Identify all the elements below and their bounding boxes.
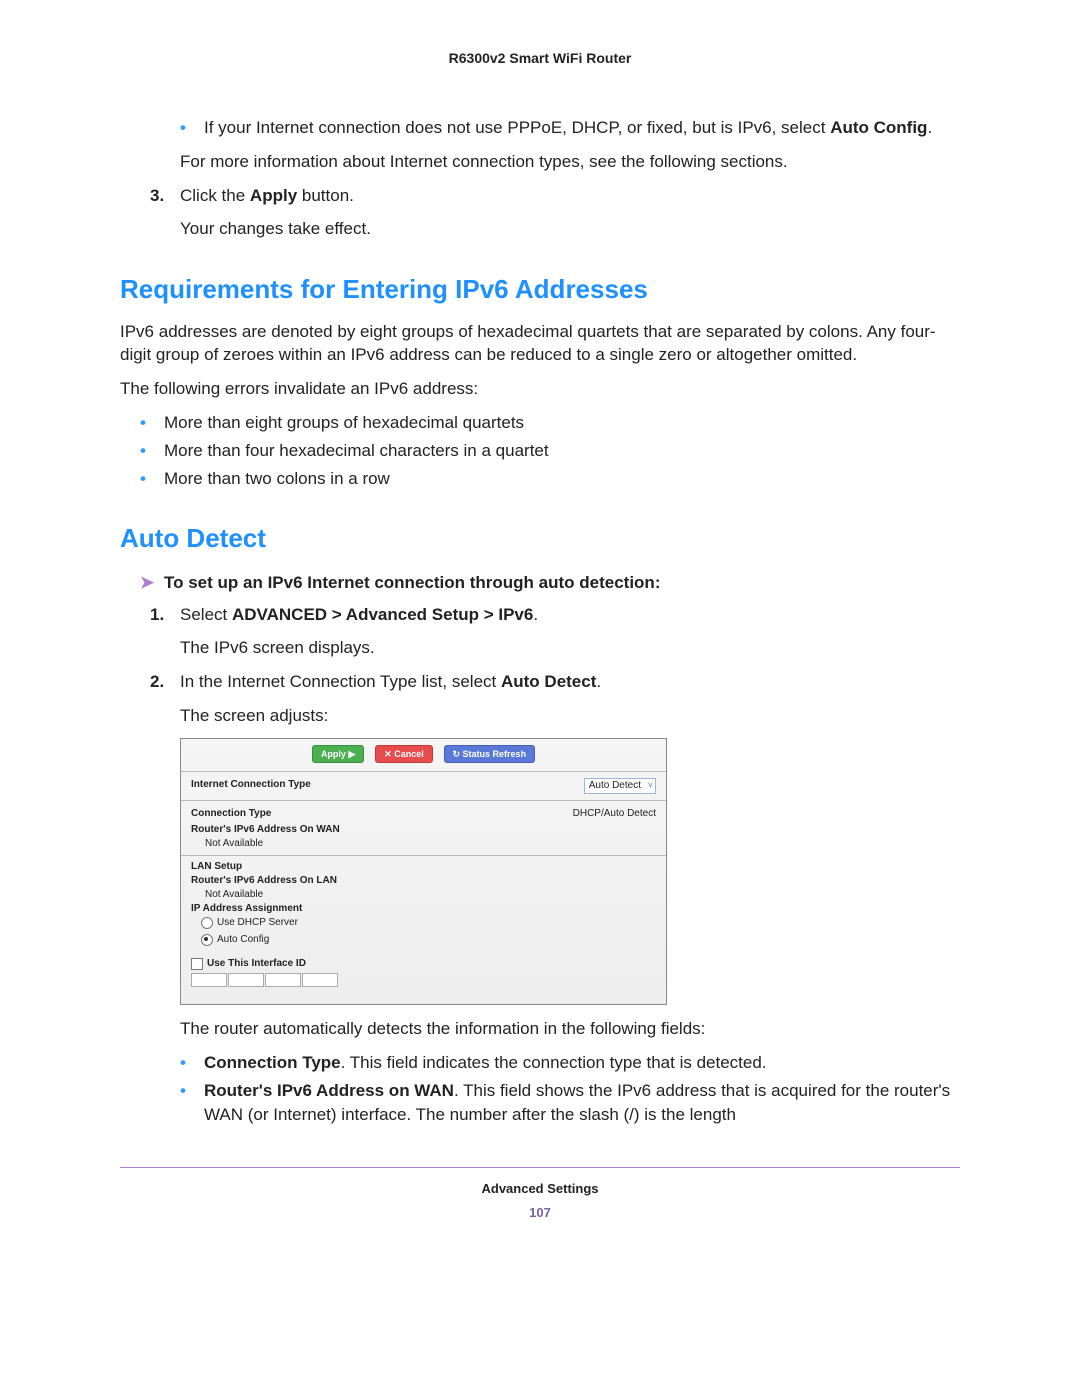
conn-type-value: DHCP/Auto Detect [573,807,656,821]
auto-step-2-num: 2. [150,670,180,694]
ict-select[interactable]: Auto Detect [584,778,656,794]
footer-rule [120,1167,960,1168]
arrow-icon: ➤ [140,571,164,595]
after-ui-para: The router automatically detects the inf… [180,1017,960,1041]
auto-step-2-bold: Auto Detect [501,672,596,691]
auto-config-label: Auto Config [217,934,269,945]
auto-step-2: 2. In the Internet Connection Type list,… [150,670,960,694]
req-error-1: • More than eight groups of hexadecimal … [140,411,960,435]
lan-addr-value: Not Available [205,888,656,902]
step-3: 3. Click the Apply button. [150,184,960,208]
status-refresh-button[interactable]: ↻ Status Refresh [444,745,536,764]
auto-step-1: 1. Select ADVANCED > Advanced Setup > IP… [150,603,960,627]
bullet-icon: • [140,411,164,435]
wan-addr-value: Not Available [205,837,656,851]
req-error-2-text: More than four hexadecimal characters in… [164,439,960,463]
intro-more: For more information about Internet conn… [180,150,960,174]
intro-bullet-suffix: . [927,118,932,137]
use-iface-label: Use This Interface ID [207,958,306,969]
ip-assign-label: IP Address Assignment [191,902,656,916]
conn-type-label: Connection Type [191,807,271,821]
req-error-2: • More than four hexadecimal characters … [140,439,960,463]
step-3-result: Your changes take effect. [180,217,960,241]
field-conn-type-text: . This field indicates the connection ty… [341,1053,767,1072]
bullet-icon: • [140,439,164,463]
auto-step-2-suffix: . [596,672,601,691]
req-para: IPv6 addresses are denoted by eight grou… [120,320,960,368]
wan-addr-label: Router's IPv6 Address On WAN [191,823,656,837]
task-text: To set up an IPv6 Internet connection th… [164,571,660,595]
req-errors-intro: The following errors invalidate an IPv6 … [120,377,960,401]
bullet-icon: • [180,116,204,140]
lan-setup-label: LAN Setup [191,860,656,874]
use-iface-checkbox[interactable] [191,958,203,970]
field-wan-addr: • Router's IPv6 Address on WAN. This fie… [180,1079,960,1127]
step-3-bold: Apply [250,186,297,205]
page-number: 107 [120,1204,960,1222]
bullet-icon: • [140,467,164,491]
intro-bullet-prefix: If your Internet connection does not use… [204,118,830,137]
use-dhcp-label: Use DHCP Server [217,917,298,928]
iface-id-inputs[interactable] [191,973,656,992]
ict-label: Internet Connection Type [191,778,311,794]
req-error-3: • More than two colons in a row [140,467,960,491]
router-ui-screenshot: Apply ▶ ✕ Cancel ↻ Status Refresh Intern… [180,738,667,1006]
lan-addr-label: Router's IPv6 Address On LAN [191,874,656,888]
doc-title: R6300v2 Smart WiFi Router [120,50,960,66]
req-error-1-text: More than eight groups of hexadecimal qu… [164,411,960,435]
field-conn-type: • Connection Type. This field indicates … [180,1051,960,1075]
auto-step-1-prefix: Select [180,605,232,624]
use-dhcp-radio[interactable] [201,917,213,929]
heading-auto-detect: Auto Detect [120,520,960,556]
footer-section: Advanced Settings [120,1180,960,1198]
step-3-prefix: Click the [180,186,250,205]
task-heading: ➤ To set up an IPv6 Internet connection … [140,571,960,595]
auto-step-2-result: The screen adjusts: [180,704,960,728]
req-error-3-text: More than two colons in a row [164,467,960,491]
auto-step-1-suffix: . [533,605,538,624]
apply-button[interactable]: Apply ▶ [312,745,364,764]
bullet-icon: • [180,1079,204,1127]
auto-step-2-prefix: In the Internet Connection Type list, se… [180,672,501,691]
heading-requirements: Requirements for Entering IPv6 Addresses [120,271,960,307]
auto-step-1-result: The IPv6 screen displays. [180,636,960,660]
field-conn-type-bold: Connection Type [204,1053,341,1072]
intro-bullet-bold: Auto Config [830,118,927,137]
bullet-icon: • [180,1051,204,1075]
auto-config-radio[interactable] [201,934,213,946]
auto-step-1-bold: ADVANCED > Advanced Setup > IPv6 [232,605,533,624]
step-3-num: 3. [150,184,180,208]
auto-step-1-num: 1. [150,603,180,627]
intro-bullet: • If your Internet connection does not u… [180,116,960,140]
cancel-button[interactable]: ✕ Cancel [375,745,433,764]
step-3-suffix: button. [297,186,354,205]
field-wan-addr-bold: Router's IPv6 Address on WAN [204,1081,454,1100]
